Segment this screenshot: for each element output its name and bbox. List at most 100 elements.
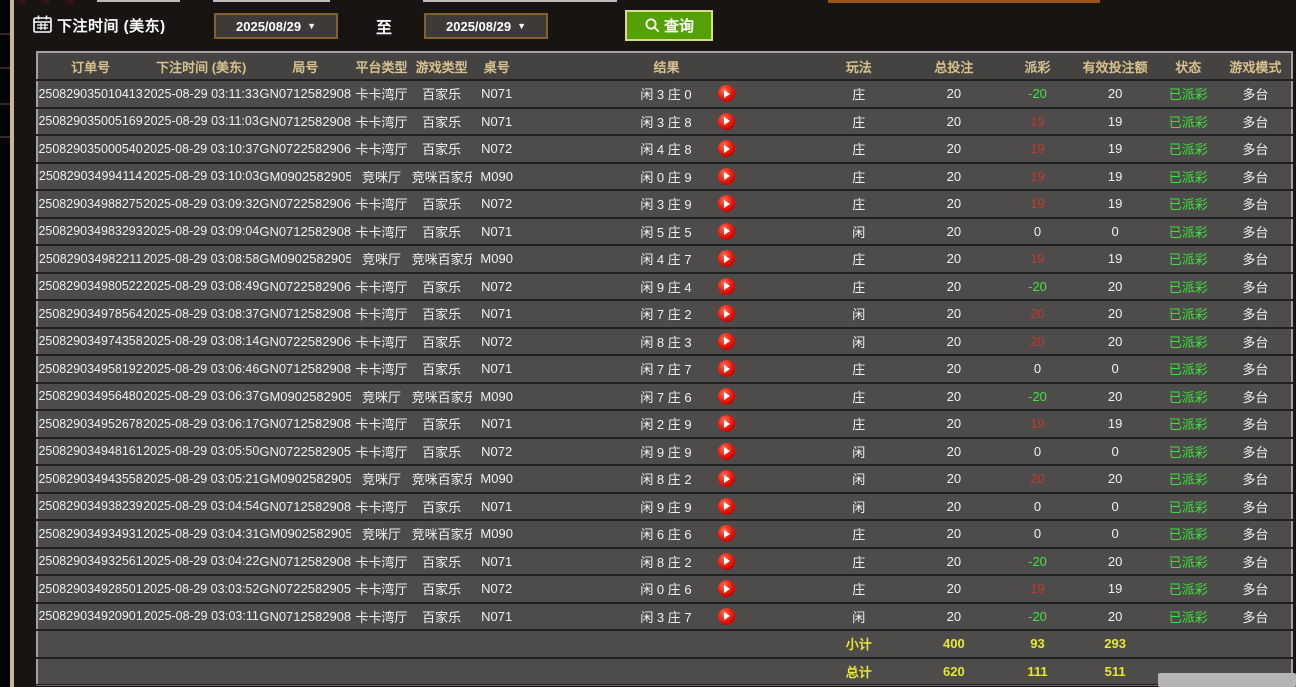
payout-cell: 0 — [1001, 520, 1073, 548]
game-mode-cell: 多台 — [1220, 108, 1292, 136]
game-type-cell: 百家乐 — [412, 355, 472, 383]
status-cell: 已派彩 — [1157, 80, 1220, 108]
total-bet-cell: 20 — [906, 438, 1001, 466]
payout-cell: -20 — [1001, 548, 1073, 576]
play-replay-icon[interactable] — [718, 223, 735, 240]
payout-cell: -20 — [1001, 273, 1073, 301]
platform-cell: 卡卡湾厅 — [351, 438, 411, 466]
valid-bet-cell: 20 — [1074, 328, 1157, 356]
query-button[interactable]: 查询 — [625, 10, 713, 41]
table-row: 2508290349382392025-08-29 03:04:54GN0712… — [37, 493, 1292, 521]
result-cell: 闲 7 庄 2 — [522, 300, 811, 328]
platform-cell: 卡卡湾厅 — [351, 80, 411, 108]
play-replay-icon[interactable] — [718, 333, 735, 350]
bet-time-cell: 2025-08-29 03:11:33 — [143, 80, 259, 108]
game-mode-cell: 多台 — [1220, 190, 1292, 218]
round-number-cell: GM09025829059 — [259, 163, 351, 191]
valid-bet-cell: 0 — [1074, 438, 1157, 466]
result-cell: 闲 9 庄 9 — [522, 438, 811, 466]
order-cell: 250829034983293 — [37, 218, 143, 246]
payout-sum-cell: 111 — [1001, 658, 1073, 686]
play-replay-icon[interactable] — [718, 443, 735, 460]
round-number-cell: GM09025829054 — [259, 520, 351, 548]
valid-bet-cell: 0 — [1074, 493, 1157, 521]
table-number-cell: N071 — [472, 108, 522, 136]
table-number-cell: N072 — [472, 135, 522, 163]
payout-cell: 20 — [1001, 328, 1073, 356]
table-header: 订单号下注时间 (美东)局号平台类型游戏类型桌号结果玩法总投注派彩有效投注额状态… — [37, 52, 1292, 80]
play-replay-icon[interactable] — [718, 113, 735, 130]
bet-time-cell: 2025-08-29 03:08:14 — [143, 328, 259, 356]
dropdown-arrow-icon: ▼ — [307, 21, 316, 31]
play-type-cell: 庄 — [811, 245, 906, 273]
bet-time-cell: 2025-08-29 03:06:17 — [143, 410, 259, 438]
game-type-cell: 百家乐 — [412, 190, 472, 218]
game-mode-cell: 多台 — [1220, 80, 1292, 108]
round-number-cell: GM09025829058 — [259, 245, 351, 273]
date-to-select[interactable]: 2025/08/29 ▼ — [424, 13, 548, 39]
play-type-cell: 闲 — [811, 438, 906, 466]
scrollbar-thumb[interactable] — [1158, 673, 1296, 687]
play-type-cell: 庄 — [811, 355, 906, 383]
total-bet-cell: 20 — [906, 493, 1001, 521]
play-replay-icon[interactable] — [718, 250, 735, 267]
status-cell: 已派彩 — [1157, 548, 1220, 576]
valid-bet-cell: 19 — [1074, 190, 1157, 218]
order-cell: 250829034980522 — [37, 273, 143, 301]
valid-bet-cell: 19 — [1074, 108, 1157, 136]
bet-time-cell: 2025-08-29 03:04:31 — [143, 520, 259, 548]
play-replay-icon[interactable] — [718, 580, 735, 597]
round-number-cell: GM09025829055 — [259, 465, 351, 493]
game-mode-cell: 多台 — [1220, 355, 1292, 383]
play-replay-icon[interactable] — [718, 415, 735, 432]
play-type-cell: 庄 — [811, 108, 906, 136]
play-type-cell: 庄 — [811, 273, 906, 301]
bet-time-cell: 2025-08-29 03:05:50 — [143, 438, 259, 466]
play-replay-icon[interactable] — [718, 85, 735, 102]
status-cell: 已派彩 — [1157, 328, 1220, 356]
round-number-cell: GN07225829063 — [259, 328, 351, 356]
game-mode-cell: 多台 — [1220, 603, 1292, 631]
status-cell: 已派彩 — [1157, 108, 1220, 136]
bet-records-table: 订单号下注时间 (美东)局号平台类型游戏类型桌号结果玩法总投注派彩有效投注额状态… — [36, 51, 1293, 686]
table-row: 2508290349481612025-08-29 03:05:50GN0722… — [37, 438, 1292, 466]
platform-cell: 卡卡湾厅 — [351, 548, 411, 576]
column-header: 平台类型 — [351, 52, 411, 80]
play-replay-icon[interactable] — [718, 608, 735, 625]
play-replay-icon[interactable] — [718, 305, 735, 322]
play-replay-icon[interactable] — [718, 140, 735, 157]
play-replay-icon[interactable] — [718, 525, 735, 542]
order-cell: 250829035010413 — [37, 80, 143, 108]
play-replay-icon[interactable] — [718, 470, 735, 487]
result-cell: 闲 8 庄 2 — [522, 548, 811, 576]
play-replay-icon[interactable] — [718, 278, 735, 295]
valid-bet-cell: 20 — [1074, 273, 1157, 301]
platform-cell: 卡卡湾厅 — [351, 108, 411, 136]
valid-bet-cell: 0 — [1074, 355, 1157, 383]
result-cell: 闲 3 庄 8 — [522, 108, 811, 136]
column-header: 总投注 — [906, 52, 1001, 80]
table-number-cell: N072 — [472, 438, 522, 466]
play-type-cell: 闲 — [811, 218, 906, 246]
platform-cell: 卡卡湾厅 — [351, 300, 411, 328]
search-icon — [644, 17, 661, 34]
play-replay-icon[interactable] — [718, 553, 735, 570]
table-row: 2508290349435582025-08-29 03:05:21GM0902… — [37, 465, 1292, 493]
order-cell: 250829034934931 — [37, 520, 143, 548]
play-replay-icon[interactable] — [718, 498, 735, 515]
round-number-cell: GN0712582908U — [259, 80, 351, 108]
result-text: 闲 4 庄 7 — [640, 249, 691, 268]
play-replay-icon[interactable] — [718, 360, 735, 377]
play-replay-icon[interactable] — [718, 168, 735, 185]
payout-cell: 0 — [1001, 438, 1073, 466]
status-cell: 已派彩 — [1157, 383, 1220, 411]
play-replay-icon[interactable] — [718, 388, 735, 405]
table-row: 2508290349349312025-08-29 03:04:31GM0902… — [37, 520, 1292, 548]
play-replay-icon[interactable] — [718, 195, 735, 212]
game-type-cell: 百家乐 — [412, 548, 472, 576]
table-number-cell: N072 — [472, 575, 522, 603]
date-from-value: 2025/08/29 — [236, 19, 301, 34]
date-from-select[interactable]: 2025/08/29 ▼ — [214, 13, 338, 39]
bet-time-cell: 2025-08-29 03:08:58 — [143, 245, 259, 273]
game-mode-cell: 多台 — [1220, 493, 1292, 521]
